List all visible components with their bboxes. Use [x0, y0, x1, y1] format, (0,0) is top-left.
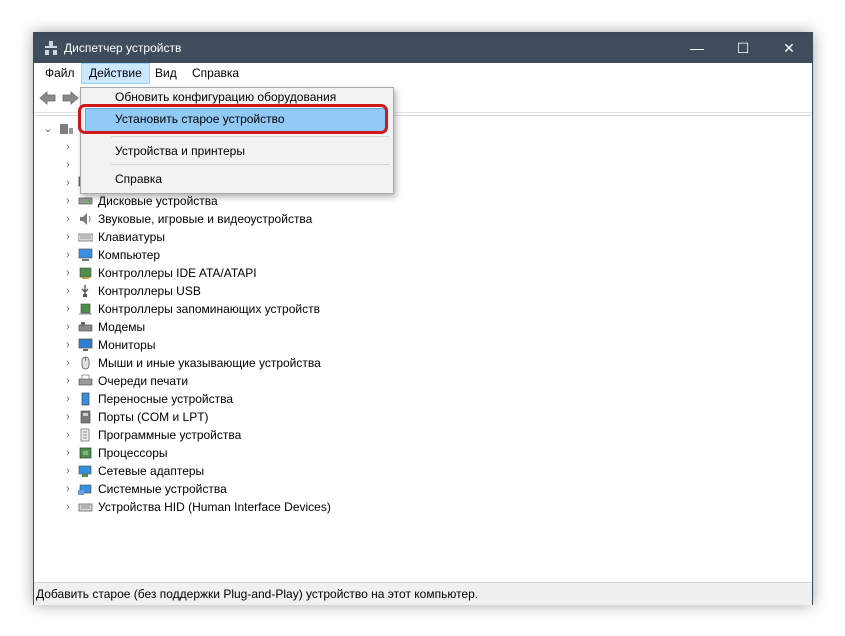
chevron-right-icon[interactable]: ›	[63, 196, 73, 207]
chevron-right-icon[interactable]: ›	[63, 322, 73, 333]
menu-file[interactable]: Файл	[38, 63, 82, 84]
tree-category[interactable]: › Системные устройства	[35, 480, 735, 498]
chevron-right-icon[interactable]: ›	[63, 142, 73, 153]
forward-arrow-icon[interactable]	[60, 89, 80, 107]
tree-category-label: Переносные устройства	[98, 392, 234, 406]
tree-category[interactable]: › Дисковые устройства	[35, 192, 735, 210]
menu-separator	[111, 136, 389, 137]
tree-category-label: Модемы	[98, 320, 146, 334]
tree-category[interactable]: › Мыши и иные указывающие устройства	[35, 354, 735, 372]
processor-icon	[79, 447, 92, 459]
software-device-icon	[80, 428, 90, 442]
keyboard-icon	[78, 233, 93, 242]
tree-category[interactable]: › Контроллеры IDE ATA/ATAPI	[35, 264, 735, 282]
chevron-right-icon[interactable]: ›	[63, 340, 73, 351]
tree-category-label: Мониторы	[98, 338, 156, 352]
tree-category[interactable]: › Клавиатуры	[35, 228, 735, 246]
tree-category-label: Компьютер	[98, 248, 161, 262]
chevron-right-icon[interactable]: ›	[63, 250, 73, 261]
network-adapter-icon	[78, 465, 92, 477]
chevron-right-icon[interactable]: ›	[63, 286, 73, 297]
tree-category[interactable]: › Переносные устройства	[35, 390, 735, 408]
tree-category-label: Программные устройства	[98, 428, 242, 442]
disk-drive-icon	[78, 197, 93, 205]
tree-category-label: Процессоры	[98, 446, 168, 460]
computer-root-icon	[60, 124, 73, 134]
chevron-right-icon[interactable]: ›	[63, 376, 73, 387]
chevron-down-icon[interactable]: ⌄	[43, 124, 53, 135]
chevron-right-icon[interactable]: ›	[63, 178, 73, 189]
tree-category-label: Звуковые, игровые и видеоустройства	[98, 212, 313, 226]
speaker-icon	[80, 213, 91, 225]
storage-controller-icon	[79, 303, 92, 315]
status-bar: Добавить старое (без поддержки Plug-and-…	[34, 582, 812, 605]
chevron-right-icon[interactable]: ›	[63, 448, 73, 459]
back-arrow-icon[interactable]	[38, 89, 58, 107]
tree-category-label: Системные устройства	[98, 482, 227, 496]
tree-category[interactable]: › Сетевые адаптеры	[35, 462, 735, 480]
system-device-icon	[78, 484, 92, 495]
tree-category-label: Дисковые устройства	[98, 194, 218, 208]
chevron-right-icon[interactable]: ›	[63, 358, 73, 369]
tree-category-label: Мыши и иные указывающие устройства	[98, 356, 321, 370]
minimize-button[interactable]: —	[674, 33, 720, 63]
ide-controller-icon	[79, 267, 92, 279]
menu-item-devices-printers[interactable]: Устройства и принтеры	[81, 140, 393, 162]
chevron-right-icon[interactable]: ›	[63, 484, 73, 495]
chevron-right-icon[interactable]: ›	[63, 268, 73, 279]
usb-icon	[81, 285, 89, 297]
tree-category-label: Очереди печати	[98, 374, 189, 388]
tree-category[interactable]: › Устройства HID (Human Interface Devices…	[35, 498, 735, 516]
menu-separator	[111, 164, 389, 165]
menu-bar: Файл Действие Вид Справка	[34, 63, 812, 84]
menu-item-label: Справка	[115, 172, 163, 186]
mouse-icon	[81, 356, 90, 370]
menu-view[interactable]: Вид	[148, 63, 184, 84]
tree-category-label: Клавиатуры	[98, 230, 165, 244]
tree-category-label: Контроллеры запоминающих устройств	[98, 302, 320, 316]
status-text: Добавить старое (без поддержки Plug-and-…	[36, 587, 479, 601]
tree-category[interactable]: › Очереди печати	[35, 372, 735, 390]
tree-category[interactable]: › Мониторы	[35, 336, 735, 354]
tree-category[interactable]: › Программные устройства	[35, 426, 735, 444]
tree-category-label: Порты (COM и LPT)	[98, 410, 209, 424]
tree-category[interactable]: › Процессоры	[35, 444, 735, 462]
computer-icon	[78, 248, 93, 261]
tree-category[interactable]: › Порты (COM и LPT)	[35, 408, 735, 426]
chevron-right-icon[interactable]: ›	[63, 502, 73, 513]
chevron-right-icon[interactable]: ›	[63, 394, 73, 405]
modem-icon	[78, 322, 93, 332]
device-manager-icon	[45, 41, 57, 55]
chevron-right-icon[interactable]: ›	[63, 232, 73, 243]
monitor-icon	[78, 338, 93, 351]
printer-icon	[78, 374, 93, 386]
chevron-right-icon[interactable]: ›	[63, 412, 73, 423]
tree-category[interactable]: › Контроллеры USB	[35, 282, 735, 300]
tree-category[interactable]: › Модемы	[35, 318, 735, 336]
chevron-right-icon[interactable]: ›	[63, 160, 73, 171]
chevron-right-icon[interactable]: ›	[63, 304, 73, 315]
portable-device-icon	[81, 392, 90, 406]
menu-help[interactable]: Справка	[185, 63, 246, 84]
tree-category-label: Контроллеры IDE ATA/ATAPI	[98, 266, 257, 280]
tree-category-label: Контроллеры USB	[98, 284, 201, 298]
window-title: Диспетчер устройств	[64, 41, 182, 55]
tree-category[interactable]: › Звуковые, игровые и видеоустройства	[35, 210, 735, 228]
tree-category[interactable]: › Контроллеры запоминающих устройств	[35, 300, 735, 318]
chevron-right-icon[interactable]: ›	[63, 466, 73, 477]
chevron-right-icon[interactable]: ›	[63, 430, 73, 441]
menu-action[interactable]: Действие	[81, 63, 150, 84]
menu-item-label: Устройства и принтеры	[115, 144, 245, 158]
tree-category[interactable]: › Компьютер	[35, 246, 735, 264]
tree-category-label: Сетевые адаптеры	[98, 464, 205, 478]
annotation-highlight-ring	[78, 104, 388, 134]
hid-icon	[78, 503, 93, 512]
port-icon	[80, 410, 91, 424]
title-bar[interactable]: Диспетчер устройств — ☐ ✕	[34, 33, 812, 63]
menu-item-help[interactable]: Справка	[81, 168, 393, 190]
chevron-right-icon[interactable]: ›	[63, 214, 73, 225]
close-button[interactable]: ✕	[766, 33, 812, 63]
maximize-button[interactable]: ☐	[720, 33, 766, 63]
tree-category-label: Устройства HID (Human Interface Devices)	[98, 500, 331, 514]
